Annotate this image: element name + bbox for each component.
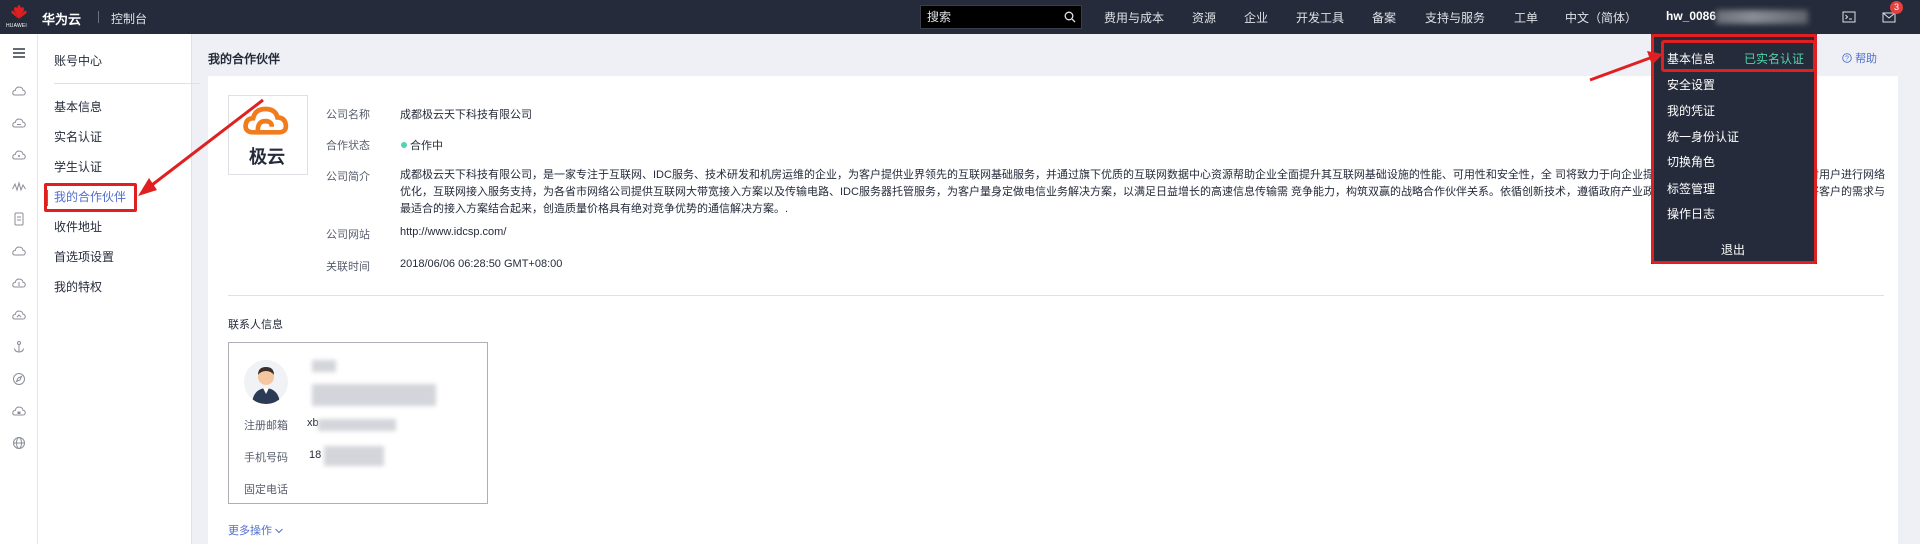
cloud-network-icon[interactable] xyxy=(12,244,26,258)
page-title: 我的合作伙伴 xyxy=(208,52,281,66)
more-actions-link[interactable]: 更多操作 xyxy=(228,522,283,538)
brand-divider xyxy=(98,11,99,23)
nav-dev-tools[interactable]: 开发工具 xyxy=(1296,9,1344,26)
nav-cost[interactable]: 费用与成本 xyxy=(1104,9,1164,26)
status-value: 合作中 xyxy=(410,140,443,152)
message-badge: 3 xyxy=(1890,1,1903,14)
huawei-logo-text: HUAWEI xyxy=(6,23,28,29)
contact-account-redacted xyxy=(312,384,436,406)
email-value: xb xyxy=(307,417,319,429)
phone-value: 18 xyxy=(309,449,322,461)
cloud-cdn-icon[interactable] xyxy=(12,308,26,322)
sidebar-item-preferences[interactable]: 首选项设置 xyxy=(54,248,114,265)
nav-enterprise[interactable]: 企业 xyxy=(1244,9,1268,26)
website-label: 公司网站 xyxy=(326,229,370,241)
sidebar-item-basic-info[interactable]: 基本信息 xyxy=(54,98,102,115)
nav-resources[interactable]: 资源 xyxy=(1192,9,1216,26)
person-avatar-icon xyxy=(252,367,280,404)
huawei-logo[interactable]: HUAWEI xyxy=(6,4,30,30)
status-label: 合作状态 xyxy=(326,140,370,152)
sidebar-title: 账号中心 xyxy=(54,54,103,68)
email-redacted xyxy=(318,419,396,431)
account-sidebar: 账号中心 基本信息 实名认证 学生认证 我的合作伙伴 收件地址 首选项设置 我的… xyxy=(38,34,200,544)
username[interactable]: hw_0086 xyxy=(1666,9,1716,23)
sidebar-item-privileges[interactable]: 我的特权 xyxy=(54,278,102,295)
search-icon[interactable] xyxy=(1064,11,1076,23)
nav-ticket[interactable]: 工单 xyxy=(1514,9,1538,26)
nav-support[interactable]: 支持与服务 xyxy=(1425,9,1485,26)
contact-name-redacted xyxy=(312,360,336,372)
compass-icon[interactable] xyxy=(12,372,26,386)
anchor-icon[interactable] xyxy=(12,340,26,354)
company-logo: 极云 xyxy=(228,95,308,175)
nav-filing[interactable]: 备案 xyxy=(1372,9,1396,26)
cloud-security-icon[interactable] xyxy=(12,276,26,290)
website-value[interactable]: http://www.idcsp.com/ xyxy=(400,226,506,238)
menu-icon[interactable] xyxy=(12,46,26,60)
sidebar-item-address[interactable]: 收件地址 xyxy=(54,218,102,235)
username-redacted xyxy=(1716,10,1808,24)
help-label: 帮助 xyxy=(1855,53,1878,65)
contact-section-title: 联系人信息 xyxy=(228,319,283,331)
company-logo-text: 极云 xyxy=(249,147,285,167)
search-box[interactable] xyxy=(920,5,1082,29)
avatar xyxy=(244,360,288,404)
search-input[interactable] xyxy=(927,9,1047,25)
landline-label: 固定电话 xyxy=(244,484,288,496)
console-link[interactable]: 控制台 xyxy=(111,10,147,27)
cloud-storage-icon[interactable] xyxy=(12,148,26,162)
section-divider xyxy=(228,295,1884,296)
more-actions-label: 更多操作 xyxy=(228,525,272,537)
phone-label: 手机号码 xyxy=(244,452,288,464)
partner-highlight-box xyxy=(44,183,137,212)
sidebar-divider xyxy=(54,83,200,84)
help-icon: ? xyxy=(1842,53,1852,63)
phone-redacted xyxy=(324,446,384,466)
sidebar-item-student[interactable]: 学生认证 xyxy=(54,158,102,175)
company-name-value: 成都极云天下科技有限公司 xyxy=(400,109,532,121)
associated-time-value: 2018/06/06 06:28:50 GMT+08:00 xyxy=(400,258,563,270)
monitor-icon[interactable] xyxy=(12,180,26,194)
nav-language[interactable]: 中文（简体） xyxy=(1565,9,1637,26)
company-name-label: 公司名称 xyxy=(326,109,370,121)
jiyun-logo-icon xyxy=(243,106,289,135)
service-icon-rail xyxy=(0,34,38,544)
document-icon[interactable] xyxy=(12,212,26,226)
cloud-server-icon[interactable] xyxy=(12,84,26,98)
svg-text:?: ? xyxy=(1845,56,1849,63)
brand-name[interactable]: 华为云 xyxy=(42,9,81,28)
top-bar: HUAWEI 华为云 控制台 费用与成本 资源 企业 开发工具 备案 支持与服务… xyxy=(0,0,1920,34)
basic-info-highlight-box xyxy=(1661,40,1816,72)
huawei-petals-icon xyxy=(11,5,27,19)
sidebar-item-real-name[interactable]: 实名认证 xyxy=(54,128,102,145)
email-label: 注册邮箱 xyxy=(244,420,288,432)
globe-icon[interactable] xyxy=(12,436,26,450)
cloud-shell-icon[interactable] xyxy=(1842,10,1856,24)
associated-time-label: 关联时间 xyxy=(326,261,370,273)
help-link[interactable]: ? 帮助 xyxy=(1842,50,1877,66)
chevron-down-icon xyxy=(275,528,283,534)
cloud-database-icon[interactable] xyxy=(12,116,26,130)
cloud-lock-icon[interactable] xyxy=(12,404,26,418)
status-dot xyxy=(401,142,407,148)
intro-label: 公司简介 xyxy=(326,171,370,183)
